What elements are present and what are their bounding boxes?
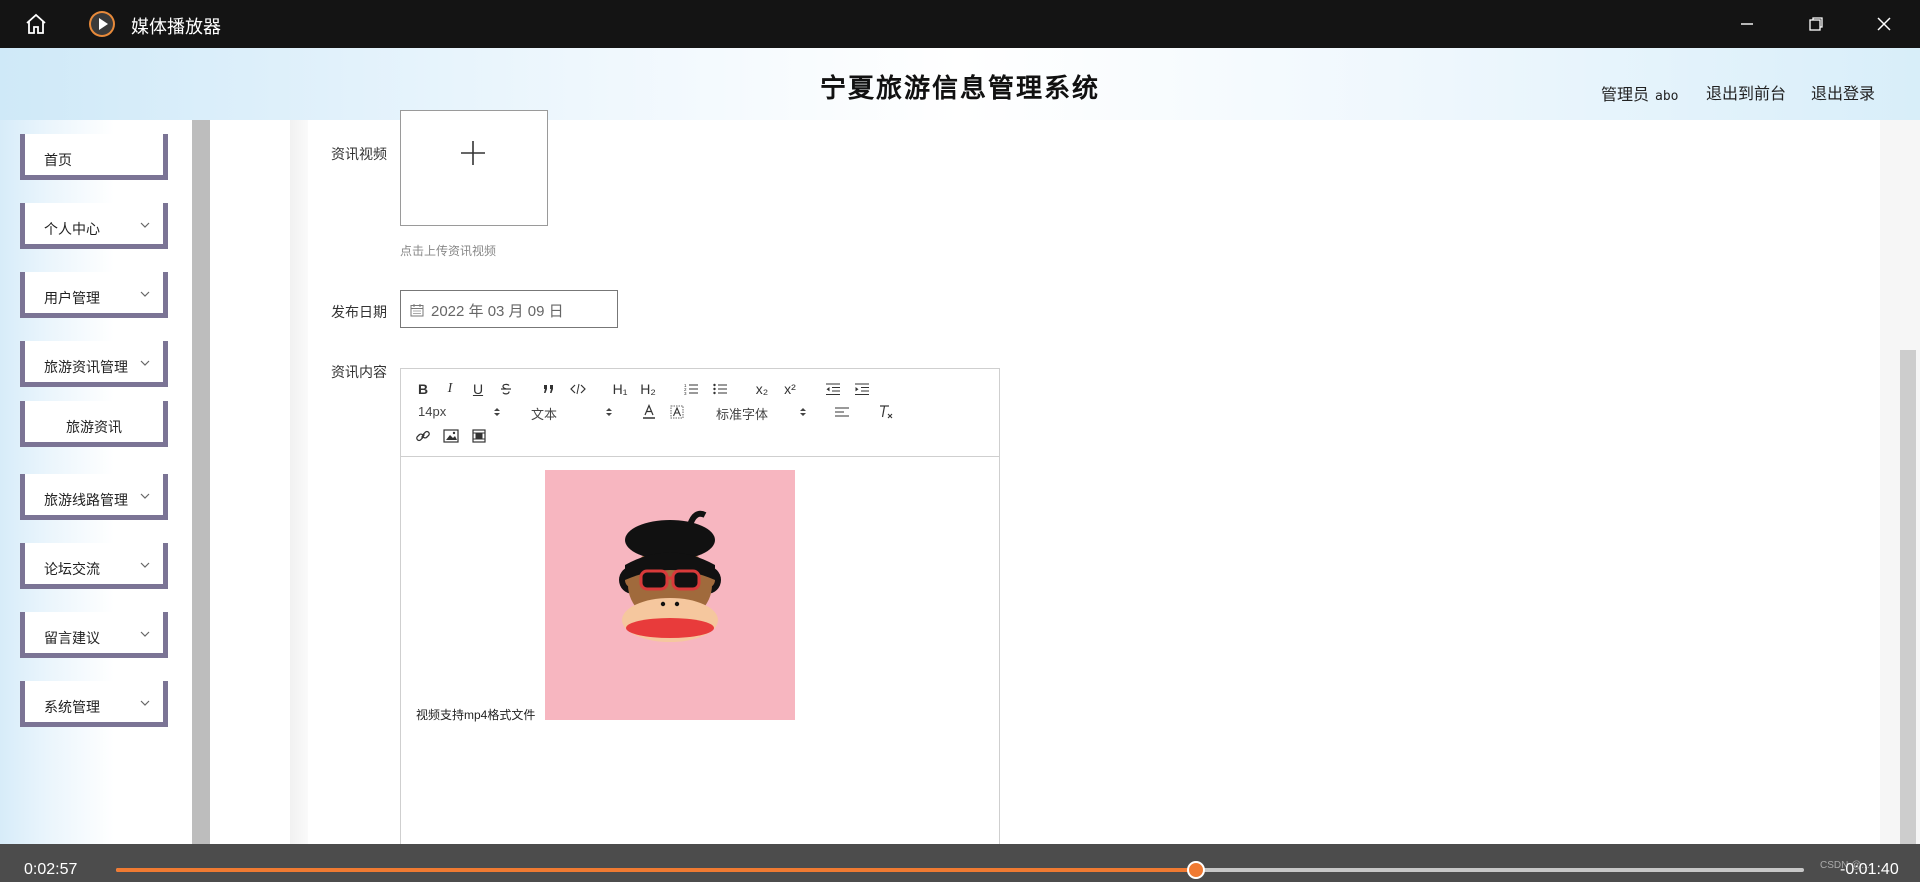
quote-icon[interactable] [540,380,558,398]
bold-button[interactable]: B [414,380,432,398]
chevron-down-icon [140,700,150,706]
sidebar-item-label: 个人中心 [44,221,100,237]
user-role: 管理员 [1601,87,1650,104]
video-upload-hint: 点击上传资讯视频 [400,244,497,258]
video-label: 资讯视频 [331,146,387,162]
sidebar-item-label: 旅游资讯 [66,419,122,435]
sidebar-item-travel-news-mgmt[interactable]: 旅游资讯管理 [20,341,168,387]
outdent-icon[interactable] [824,380,842,398]
bullet-list-icon[interactable] [711,380,729,398]
sidebar-item-forum[interactable]: 论坛交流 [20,543,168,589]
player-title: 媒体播放器 [131,17,221,37]
chevron-down-icon [140,291,150,297]
select-arrows-icon [800,408,806,416]
sidebar-item-label: 留言建议 [44,630,100,646]
sidebar-item-label: 首页 [44,152,72,168]
chevron-down-icon [140,360,150,366]
current-user: 管理员 abo [1601,81,1679,105]
video-upload[interactable] [400,110,548,226]
ordered-list-icon[interactable]: 123 [682,380,700,398]
header-format-select[interactable]: 文本 [531,404,557,423]
underline-button[interactable]: U [469,380,487,398]
superscript-button[interactable]: x² [780,380,800,398]
embedded-image-monkey[interactable] [545,470,795,720]
select-arrows-icon [494,408,500,416]
minimize-icon[interactable] [1727,8,1767,40]
sidebar-item-home[interactable]: 首页 [20,134,168,180]
font-size-select[interactable]: 14px [418,404,446,419]
heading-1-button[interactable]: H₁ [609,380,631,398]
editor-toolbar-divider [401,456,999,457]
image-icon[interactable] [442,427,460,445]
align-icon[interactable] [833,403,851,421]
strikethrough-icon[interactable] [497,380,515,398]
seek-progress [116,868,1197,872]
content-panel-edge [290,120,308,844]
plus-icon [461,141,485,165]
font-family-select[interactable]: 标准字体 [716,404,768,423]
seek-bar[interactable] [116,861,1804,879]
date-value: 2022 年 03 月 09 日 [431,303,564,320]
close-icon[interactable] [1864,8,1904,40]
sidebar-scrollbar [192,120,210,844]
sidebar-item-profile[interactable]: 个人中心 [20,203,168,249]
sidebar-item-routes[interactable]: 旅游线路管理 [20,474,168,520]
chevron-down-icon [140,631,150,637]
sidebar-item-feedback[interactable]: 留言建议 [20,612,168,658]
code-icon[interactable] [569,380,587,398]
clear-format-icon[interactable] [877,403,895,421]
sidebar-item-label: 论坛交流 [44,561,100,577]
chevron-down-icon [140,222,150,228]
sidebar-item-system[interactable]: 系统管理 [20,681,168,727]
sidebar-item-label: 用户管理 [44,290,100,306]
logout-link[interactable]: 退出登录 [1811,80,1875,104]
date-label: 发布日期 [331,304,387,320]
video-icon[interactable] [470,427,488,445]
username: abo [1655,89,1679,104]
sidebar-item-users[interactable]: 用户管理 [20,272,168,318]
chevron-down-icon [140,493,150,499]
chevron-down-icon [140,562,150,568]
editor-body-text: 视频支持mp4格式文件 [416,708,536,722]
exit-to-front-link[interactable]: 退出到前台 [1706,80,1786,104]
font-color-icon[interactable] [640,403,658,421]
restore-icon[interactable] [1796,8,1836,40]
remaining-time: -0:01:40 [1840,861,1899,878]
app-header: 宁夏旅游信息管理系统 管理员 abo 退出到前台 退出登录 [0,48,1920,120]
svg-text:3: 3 [684,391,687,396]
content-label: 资讯内容 [331,364,387,380]
select-arrows-icon [606,408,612,416]
heading-2-button[interactable]: H₂ [637,380,659,398]
calendar-icon [410,304,424,317]
page-scrollbar[interactable] [1900,350,1916,844]
media-player-icon [88,10,116,38]
italic-button[interactable]: I [441,380,459,398]
player-control-bar [0,844,1920,882]
sidebar-item-label: 系统管理 [44,699,100,715]
elapsed-time: 0:02:57 [24,861,78,878]
player-titlebar: 媒体播放器 [0,0,1920,48]
home-icon[interactable] [20,10,52,38]
sidebar-subitem-travel-news[interactable]: 旅游资讯 [20,401,168,447]
indent-icon[interactable] [853,380,871,398]
sidebar-item-label: 旅游线路管理 [44,492,128,508]
background-color-icon[interactable] [668,403,686,421]
link-icon[interactable] [414,427,432,445]
subscript-button[interactable]: x₂ [752,380,772,398]
sidebar-item-label: 旅游资讯管理 [44,359,128,375]
